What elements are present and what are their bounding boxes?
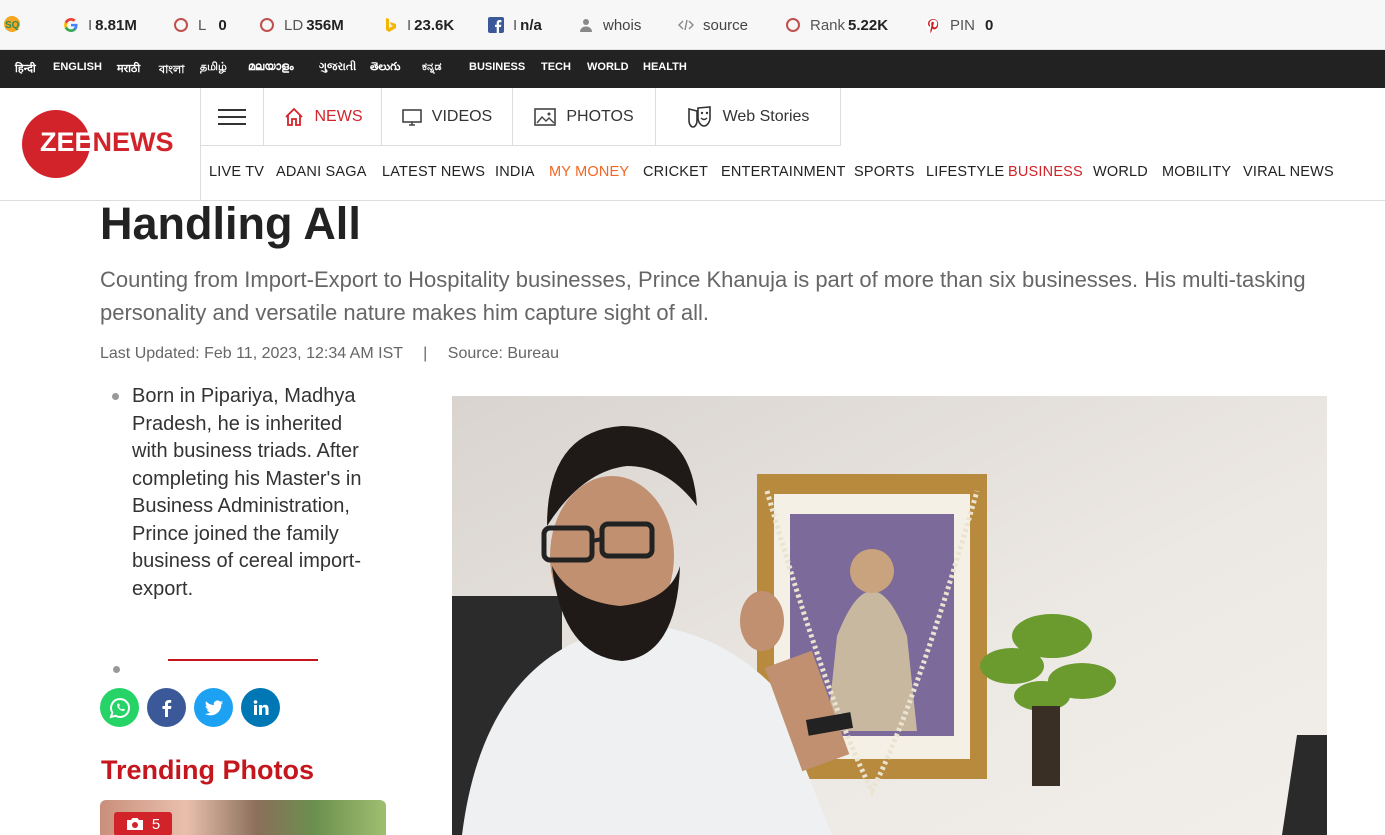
meta-separator: | <box>423 345 428 362</box>
linkedin-icon <box>253 699 268 715</box>
seo-whois[interactable]: whois <box>577 14 644 36</box>
whatsapp-icon <box>109 697 130 718</box>
lang-link-tamil[interactable]: தமிழ் <box>200 61 227 75</box>
circle-icon <box>258 16 276 34</box>
bing-icon <box>381 16 399 34</box>
lang-link-health[interactable]: HEALTH <box>643 61 687 73</box>
article-source: Source: Bureau <box>447 345 559 362</box>
monitor-icon <box>401 107 422 127</box>
camera-icon <box>126 818 143 830</box>
lang-link-business[interactable]: BUSINESS <box>469 61 525 73</box>
pinterest-icon <box>924 16 942 34</box>
seo-links[interactable]: L 0 <box>172 14 227 36</box>
facebook-share-button[interactable] <box>147 688 186 727</box>
topnav-videos[interactable]: VIDEOS <box>382 88 513 146</box>
highlight-item: Born in Pipariya, Madhya Pradesh, he is … <box>112 383 382 603</box>
topnav-web-stories[interactable]: Web Stories <box>656 88 841 146</box>
lang-link-kannada[interactable]: ಕನ್ನಡ <box>422 61 442 74</box>
twitter-share-button[interactable] <box>194 688 233 727</box>
photo-count: 5 <box>151 815 161 833</box>
nav-world[interactable]: WORLD <box>1093 164 1148 180</box>
site-header: ZEENEWS NEWS VIDEOS PHOTOS Web Stories L… <box>0 88 1385 201</box>
lang-link-hindi[interactable]: हिन्दी <box>15 61 36 76</box>
lang-link-malayalam[interactable]: മലയാളം <box>248 61 294 74</box>
share-buttons <box>100 688 280 727</box>
logo-zee-text: ZEE <box>40 127 93 157</box>
zee-news-logo[interactable]: ZEENEWS <box>22 110 174 180</box>
svg-text:SQ: SQ <box>5 20 20 31</box>
hamburger-icon <box>218 109 246 125</box>
nav-viral-news[interactable]: VIRAL NEWS <box>1243 164 1334 180</box>
last-updated: Last Updated: Feb 11, 2023, 12:34 AM IST <box>100 345 403 362</box>
seo-bing-index[interactable]: I 23.6K <box>381 14 454 36</box>
web-stories-icon <box>687 105 713 129</box>
hamburger-menu-button[interactable] <box>201 88 264 146</box>
lang-link-bangla[interactable]: বাংলা <box>159 61 184 80</box>
article-summary: Counting from Import-Export to Hospitali… <box>100 267 1306 325</box>
bullet <box>113 666 120 673</box>
lang-link-tech[interactable]: TECH <box>541 61 571 73</box>
circle-icon <box>784 16 802 34</box>
nav-sports[interactable]: SPORTS <box>854 164 915 180</box>
lang-link-telugu[interactable]: తెలుగు <box>370 61 400 76</box>
article-highlights: Born in Pipariya, Madhya Pradesh, he is … <box>112 383 382 603</box>
divider-line <box>168 659 318 661</box>
article-meta: Last Updated: Feb 11, 2023, 12:34 AM IST… <box>100 345 559 363</box>
lang-link-marathi[interactable]: मराठी <box>117 61 140 76</box>
article-main-image <box>452 396 1327 835</box>
logo-news-text: NEWS <box>92 127 174 157</box>
seoquake-logo-icon[interactable]: SQ <box>2 14 22 34</box>
image-icon <box>534 107 557 127</box>
seo-rank[interactable]: Rank 5.22K <box>784 14 888 36</box>
nav-my-money[interactable]: MY MONEY <box>549 164 629 180</box>
lang-link-gujarati[interactable]: ગુજરાતી <box>319 61 356 74</box>
twitter-icon <box>204 699 223 715</box>
lang-link-world[interactable]: WORLD <box>587 61 629 73</box>
linkedin-share-button[interactable] <box>241 688 280 727</box>
top-nav: NEWS VIDEOS PHOTOS Web Stories <box>201 88 841 146</box>
article-title: Handling All <box>100 198 361 249</box>
trending-photo-card[interactable]: 5 <box>100 800 386 835</box>
portrait-photo <box>452 396 1327 835</box>
language-bar: हिन्दी ENGLISH मराठी বাংলা தமிழ் മലയാളം … <box>0 50 1385 88</box>
nav-india[interactable]: INDIA <box>495 164 535 180</box>
google-icon <box>62 16 80 34</box>
user-icon <box>577 16 595 34</box>
home-icon <box>283 106 305 128</box>
nav-cricket[interactable]: CRICKET <box>643 164 708 180</box>
nav-entertainment[interactable]: ENTERTAINMENT <box>721 164 846 180</box>
seo-toolbar: SQ I 8.81M L 0 LD 356M I 23.6K I n/a who… <box>0 0 1385 50</box>
nav-mobility[interactable]: MOBILITY <box>1162 164 1231 180</box>
photo-count-badge: 5 <box>114 812 172 835</box>
seo-linking-domains[interactable]: LD 356M <box>258 14 344 36</box>
seo-source[interactable]: source <box>677 14 751 36</box>
lang-link-english[interactable]: ENGLISH <box>53 61 102 73</box>
seo-facebook[interactable]: I n/a <box>487 14 542 36</box>
facebook-icon <box>162 699 171 717</box>
nav-lifestyle[interactable]: LIFESTYLE <box>926 164 1004 180</box>
nav-adani-saga[interactable]: ADANI SAGA <box>276 164 367 180</box>
facebook-icon <box>487 16 505 34</box>
whatsapp-share-button[interactable] <box>100 688 139 727</box>
seo-pinterest[interactable]: PIN 0 <box>924 14 993 36</box>
nav-latest-news[interactable]: LATEST NEWS <box>382 164 485 180</box>
trending-photos-heading: Trending Photos <box>101 755 314 785</box>
circle-icon <box>172 16 190 34</box>
seo-google-index[interactable]: I 8.81M <box>62 14 137 36</box>
topnav-news[interactable]: NEWS <box>264 88 382 146</box>
bullet <box>112 393 119 400</box>
nav-business[interactable]: BUSINESS <box>1008 164 1083 180</box>
topnav-photos[interactable]: PHOTOS <box>513 88 656 146</box>
nav-live-tv[interactable]: LIVE TV <box>209 164 264 180</box>
code-icon <box>677 16 695 34</box>
